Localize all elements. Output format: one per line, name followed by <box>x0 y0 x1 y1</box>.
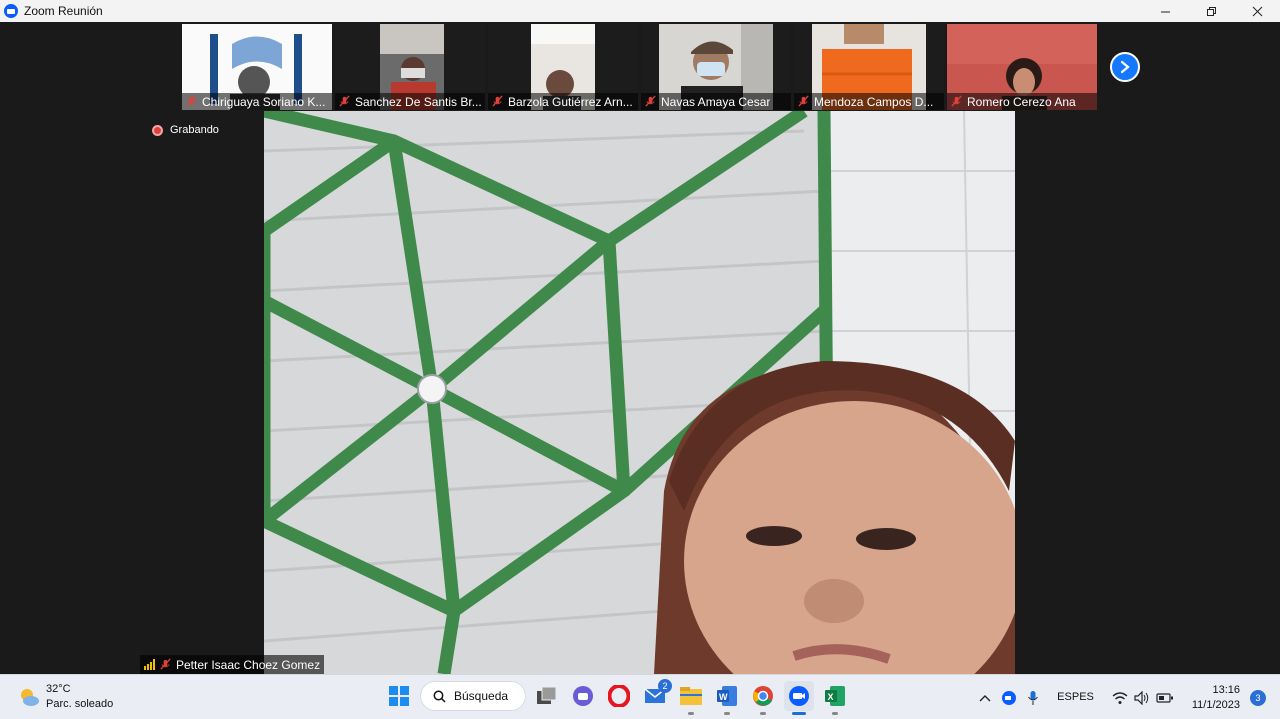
zoom-tray-icon <box>1002 690 1017 705</box>
recording-label: Grabando <box>170 124 219 136</box>
participant-name-bar: Sanchez De Santis Br... <box>335 93 485 110</box>
volume-button[interactable] <box>1134 690 1150 705</box>
participant-name-bar: Mendoza Campos D... <box>794 93 944 110</box>
close-icon <box>1252 6 1262 16</box>
language-line1: ESP <box>1057 691 1080 703</box>
zoom-button[interactable] <box>784 681 814 715</box>
recording-indicator[interactable]: Grabando <box>152 124 219 136</box>
chevron-up-icon <box>979 694 991 701</box>
mic-muted-icon <box>186 95 197 107</box>
participant-tile[interactable]: Barzola Gutiérrez Arn... <box>488 24 638 110</box>
speaker-name: Petter Isaac Choez Gomez <box>176 657 321 672</box>
participant-name-bar: Barzola Gutiérrez Arn... <box>488 93 638 110</box>
minimize-icon <box>1160 11 1170 12</box>
file-explorer-icon <box>680 687 702 705</box>
window-title: Zoom Reunión <box>24 4 103 18</box>
opera-button[interactable] <box>604 681 634 711</box>
partly-sunny-icon <box>21 689 39 706</box>
task-view-icon <box>537 686 557 704</box>
chevron-right-icon <box>1120 60 1130 74</box>
participant-tile[interactable]: Romero Cerezo Ana <box>947 24 1097 110</box>
active-speaker-video <box>264 111 1015 674</box>
mail-badge: 2 <box>658 679 672 693</box>
minimize-button[interactable] <box>1142 0 1188 22</box>
participant-name-bar: Romero Cerezo Ana <box>947 93 1097 110</box>
zoom-icon <box>789 686 809 706</box>
notifications-button[interactable]: 3 <box>1250 689 1266 706</box>
zoom-tray-button[interactable] <box>1001 690 1017 706</box>
weather-widget[interactable]: 32°C Parc. soleado <box>18 682 113 712</box>
excel-icon: X <box>825 686 845 706</box>
speaker-volume-icon <box>1134 690 1149 705</box>
windows-start-icon <box>389 686 409 706</box>
zoom-app-icon <box>4 4 18 18</box>
mic-muted-icon <box>339 95 350 107</box>
active-speaker-label: Petter Isaac Choez Gomez <box>140 655 325 674</box>
window-controls <box>1142 0 1280 22</box>
participant-tile[interactable]: Navas Amaya Cesar <box>641 24 791 110</box>
word-button[interactable]: W <box>712 681 742 715</box>
participant-name-bar: Navas Amaya Cesar <box>641 93 791 110</box>
meeting-area: Chiriguaya Soriano K... Sanchez De Santi… <box>0 22 1280 674</box>
search-label: Búsqueda <box>454 689 509 703</box>
opera-icon <box>608 685 630 707</box>
taskbar: 32°C Parc. soleado Búsqueda 2 W X ESP ES… <box>0 674 1280 719</box>
restore-icon <box>1206 6 1216 16</box>
clock-time: 13:16 <box>1212 683 1240 696</box>
participant-strip: Chiriguaya Soriano K... Sanchez De Santi… <box>182 24 1097 110</box>
svg-text:W: W <box>719 692 728 702</box>
teams-chat-button[interactable] <box>568 681 598 711</box>
task-view-button[interactable] <box>532 681 562 711</box>
participant-name: Romero Cerezo Ana <box>967 94 1076 109</box>
mic-muted-icon <box>798 95 809 107</box>
system-tray: ESP ES 13:16 11/1/2023 3 <box>969 681 1266 714</box>
language-indicator[interactable]: ESP ES <box>1057 690 1094 705</box>
mic-muted-icon <box>492 95 503 107</box>
speaker-video-frame <box>264 111 1015 674</box>
participant-name: Navas Amaya Cesar <box>661 94 771 109</box>
taskbar-apps: Búsqueda 2 W X <box>384 679 850 715</box>
close-button[interactable] <box>1234 0 1280 22</box>
participant-name: Barzola Gutiérrez Arn... <box>508 94 633 109</box>
chrome-icon <box>753 686 773 706</box>
participant-tile[interactable]: Chiriguaya Soriano K... <box>182 24 332 110</box>
show-hidden-icons-button[interactable] <box>979 694 991 702</box>
network-button[interactable] <box>1112 691 1128 705</box>
signal-strength-icon <box>144 659 155 670</box>
battery-icon <box>1156 692 1173 703</box>
clock[interactable]: 13:16 11/1/2023 <box>1192 683 1240 713</box>
participant-name: Sanchez De Santis Br... <box>355 94 482 109</box>
teams-chat-icon <box>573 686 593 706</box>
chrome-button[interactable] <box>748 681 778 715</box>
participant-tile[interactable]: Mendoza Campos D... <box>794 24 944 110</box>
maximize-button[interactable] <box>1188 0 1234 22</box>
microphone-icon <box>1028 690 1039 705</box>
next-page-button[interactable] <box>1110 52 1140 82</box>
microphone-tray-button[interactable] <box>1027 690 1039 706</box>
recording-dot-icon <box>152 124 163 136</box>
file-explorer-button[interactable] <box>676 681 706 715</box>
mic-muted-icon <box>951 95 962 107</box>
wifi-icon <box>1112 691 1128 704</box>
participant-tile[interactable]: Sanchez De Santis Br... <box>335 24 485 110</box>
excel-button[interactable]: X <box>820 681 850 715</box>
mic-muted-icon <box>160 658 171 670</box>
word-icon: W <box>717 686 737 706</box>
notification-count-badge: 3 <box>1250 689 1266 706</box>
participant-name: Mendoza Campos D... <box>814 94 934 109</box>
start-button[interactable] <box>384 681 414 711</box>
svg-text:X: X <box>828 692 834 702</box>
weather-condition: Parc. soleado <box>46 698 114 710</box>
battery-button[interactable] <box>1156 692 1174 704</box>
weather-temp: 32°C <box>46 683 71 695</box>
taskbar-search[interactable]: Búsqueda <box>420 681 526 711</box>
participant-name: Chiriguaya Soriano K... <box>202 94 326 109</box>
mic-muted-icon <box>645 95 656 107</box>
language-line2: ES <box>1079 691 1094 703</box>
search-icon <box>433 690 446 703</box>
clock-date: 11/1/2023 <box>1191 698 1240 711</box>
participant-name-bar: Chiriguaya Soriano K... <box>182 93 332 110</box>
mail-button[interactable]: 2 <box>640 679 672 711</box>
window-titlebar: Zoom Reunión <box>0 0 1280 22</box>
